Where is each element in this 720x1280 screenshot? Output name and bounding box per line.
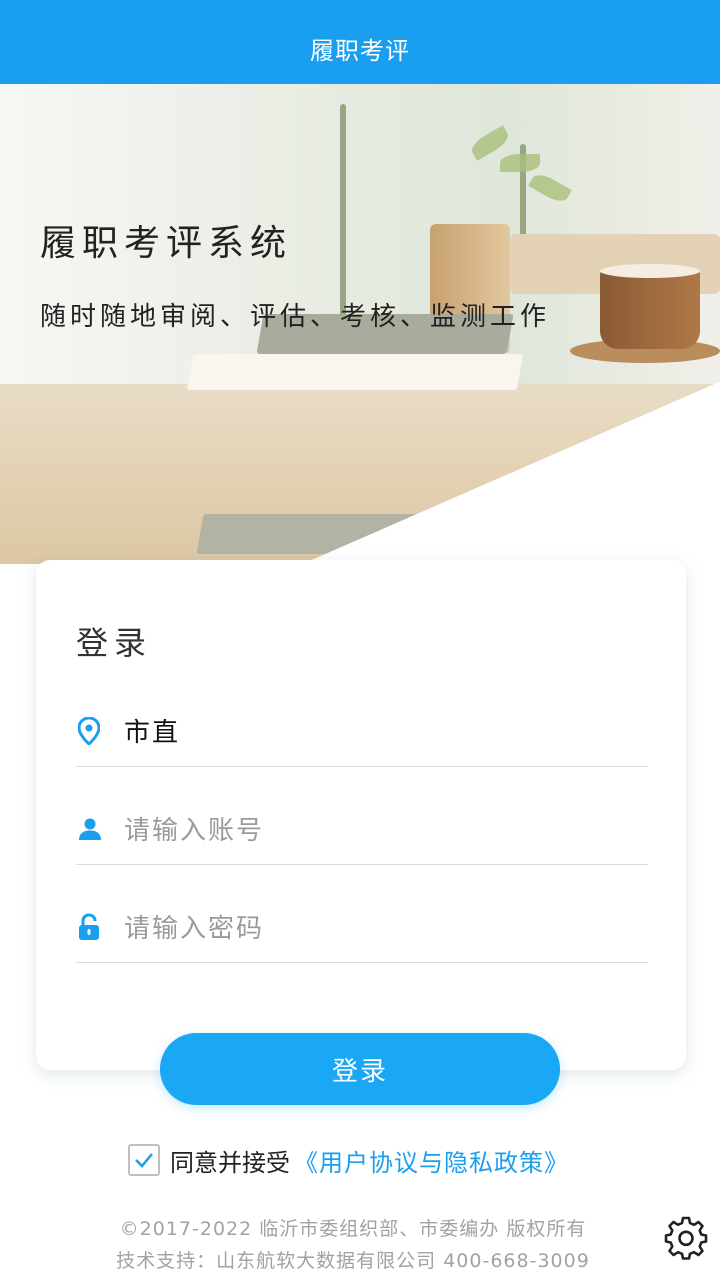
checkmark-icon	[135, 1153, 153, 1168]
app-title: 履职考评	[310, 36, 410, 65]
privacy-policy-link[interactable]: 《用户协议与隐私政策》	[294, 1143, 569, 1178]
login-button-label: 登录	[331, 1056, 388, 1087]
agreement-text: 同意并接受	[170, 1148, 290, 1177]
lock-icon	[78, 911, 110, 943]
settings-button[interactable]	[660, 1212, 712, 1264]
region-selector[interactable]: 市直	[76, 695, 648, 767]
account-input[interactable]: 请输入账号	[76, 793, 648, 865]
status-bar	[0, 0, 720, 12]
account-placeholder: 请输入账号	[124, 816, 265, 846]
mug-decoration	[600, 269, 700, 349]
hero-banner: 履职考评系统 随时随地审阅、评估、考核、监测工作	[0, 84, 720, 564]
agreement-row: 同意并接受 《用户协议与隐私政策》	[128, 1142, 569, 1178]
copyright-text: ©2017-2022 临沂市委组织部、市委编办 版权所有	[119, 1218, 587, 1240]
login-button[interactable]: 登录	[160, 1033, 560, 1105]
hero-subtitle: 随时随地审阅、评估、考核、监测工作	[40, 302, 551, 332]
leaf-decoration	[500, 154, 540, 172]
user-icon	[78, 813, 110, 845]
password-placeholder: 请输入密码	[124, 914, 265, 944]
support-text: 技术支持：山东航软大数据有限公司 400-668-3009	[116, 1250, 590, 1272]
region-value: 市直	[124, 718, 181, 748]
top-app-bar: 履职考评	[0, 12, 720, 84]
mug-rim-decoration	[600, 264, 700, 278]
login-card: 登录 市直 请输入账号 请输入密码	[36, 560, 686, 1070]
gear-icon	[664, 1216, 708, 1260]
hero-title: 履职考评系统	[40, 223, 293, 264]
book-decoration	[186, 354, 524, 390]
login-card-title: 登录	[76, 624, 153, 662]
password-input[interactable]: 请输入密码	[76, 891, 648, 963]
agreement-checkbox[interactable]	[128, 1144, 160, 1176]
location-pin-icon	[78, 715, 110, 747]
